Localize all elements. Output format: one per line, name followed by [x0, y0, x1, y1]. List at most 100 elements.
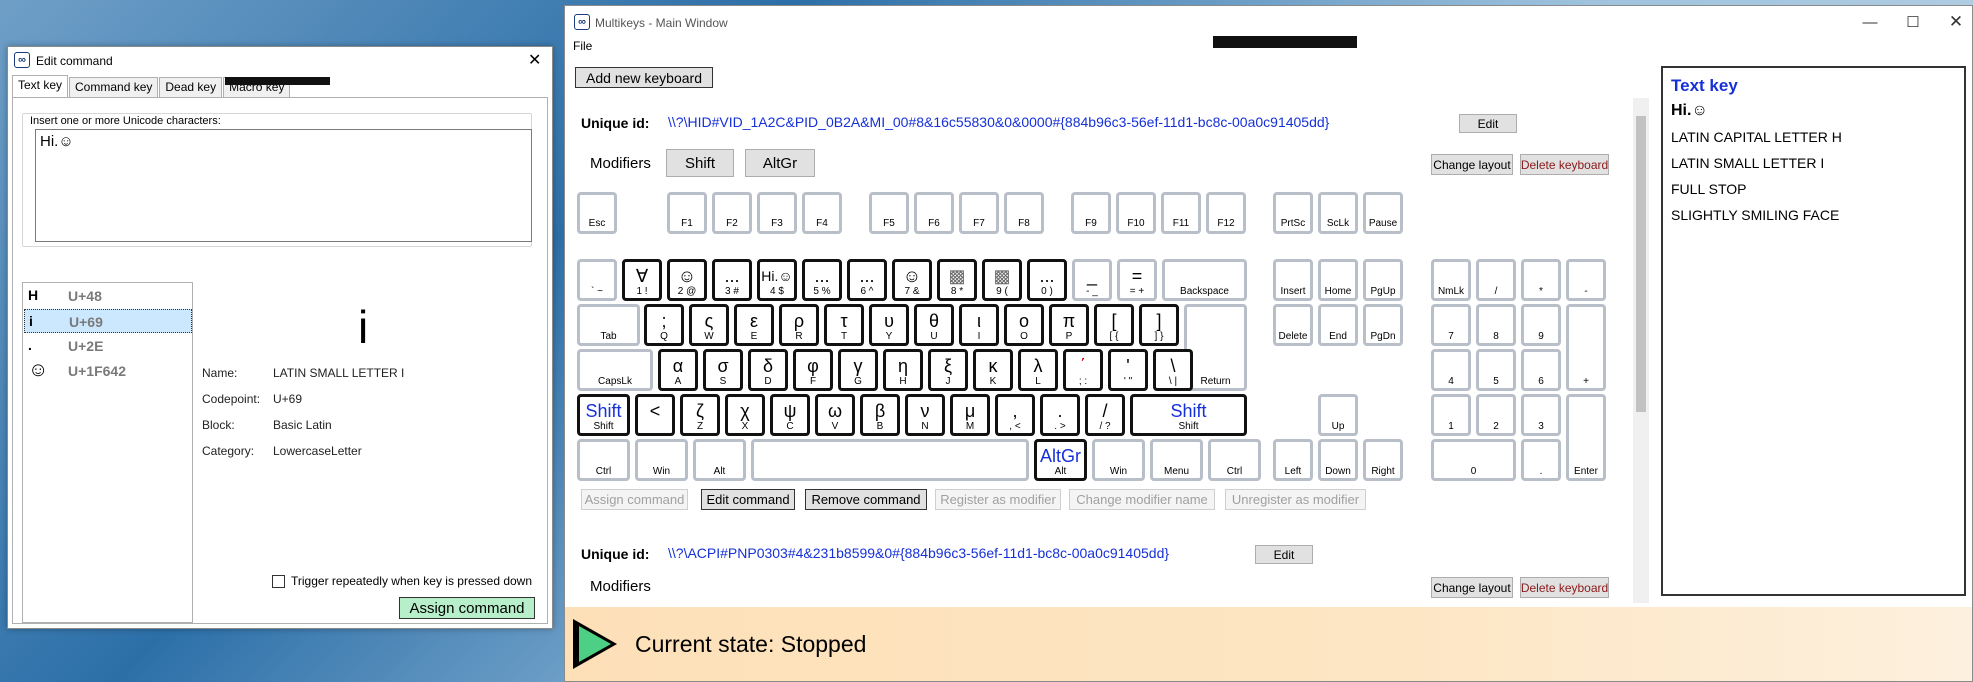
key-2[interactable]: ☺ 2 @	[667, 259, 707, 301]
modifier-altgr-button[interactable]: AltGr	[745, 149, 815, 177]
key-left-ctrl[interactable]: Ctrl	[577, 439, 630, 481]
key-down[interactable]: Down	[1318, 439, 1358, 481]
key-numpad-5[interactable]: 5	[1476, 349, 1516, 391]
key-minus[interactable]: _ - _	[1072, 259, 1112, 301]
key-f4[interactable]: F4	[802, 192, 842, 234]
key-prtsc[interactable]: PrtSc	[1273, 192, 1313, 234]
key-f7[interactable]: F7	[959, 192, 999, 234]
key-d[interactable]: δD	[748, 349, 788, 391]
key-insert[interactable]: Insert	[1273, 259, 1313, 301]
key-right-ctrl[interactable]: Ctrl	[1208, 439, 1261, 481]
key-left-bracket[interactable]: [[ {	[1094, 304, 1134, 346]
key-numpad-4[interactable]: 4	[1431, 349, 1471, 391]
key-o[interactable]: οO	[1004, 304, 1044, 346]
key-f1[interactable]: F1	[667, 192, 707, 234]
key-backspace[interactable]: Backspace	[1162, 259, 1247, 301]
key-pgup[interactable]: PgUp	[1363, 259, 1403, 301]
key-f9[interactable]: F9	[1071, 192, 1111, 234]
edit-command-button[interactable]: Edit command	[701, 489, 795, 510]
character-list[interactable]: H U+48 i U+69 . U+2E ☺ U+1F642	[22, 282, 193, 623]
key-menu[interactable]: Menu	[1150, 439, 1203, 481]
key-tab[interactable]: Tab	[577, 304, 640, 346]
key-numpad-3[interactable]: 3	[1521, 394, 1561, 436]
key-b[interactable]: βB	[860, 394, 900, 436]
list-item[interactable]: H U+48	[24, 284, 192, 308]
key-pgdn[interactable]: PgDn	[1363, 304, 1403, 346]
key-numpad-plus[interactable]: +	[1566, 304, 1606, 391]
modifier-shift-button[interactable]: Shift	[666, 149, 734, 177]
key-numpad-multiply[interactable]: *	[1521, 259, 1561, 301]
vertical-scrollbar[interactable]	[1633, 98, 1649, 603]
key-a[interactable]: αA	[658, 349, 698, 391]
key-1[interactable]: ∀ 1 !	[622, 259, 662, 301]
key-home[interactable]: Home	[1318, 259, 1358, 301]
key-numpad-7[interactable]: 7	[1431, 304, 1471, 346]
key-right-alt[interactable]: AltGr Alt	[1034, 439, 1087, 481]
key-f8[interactable]: F8	[1004, 192, 1044, 234]
key-y[interactable]: υY	[869, 304, 909, 346]
key-period[interactable]: .. >	[1040, 394, 1080, 436]
edit-id-button[interactable]: Edit	[1255, 545, 1313, 564]
key-i[interactable]: ιI	[959, 304, 999, 346]
key-j[interactable]: ξJ	[928, 349, 968, 391]
key-k[interactable]: κK	[973, 349, 1013, 391]
key-r[interactable]: ρR	[779, 304, 819, 346]
list-item[interactable]: ☺ U+1F642	[24, 359, 192, 383]
close-icon[interactable]: ✕	[528, 50, 541, 70]
key-f5[interactable]: F5	[869, 192, 909, 234]
delete-keyboard-button[interactable]: Delete keyboard	[1520, 577, 1609, 598]
key-p[interactable]: πP	[1049, 304, 1089, 346]
key-numpad-dot[interactable]: .	[1521, 439, 1561, 481]
key-numpad-9[interactable]: 9	[1521, 304, 1561, 346]
register-modifier-button[interactable]: Register as modifier	[935, 489, 1061, 510]
key-f[interactable]: φF	[793, 349, 833, 391]
key-numpad-2[interactable]: 2	[1476, 394, 1516, 436]
delete-keyboard-button[interactable]: Delete keyboard	[1520, 154, 1609, 175]
tab-dead-key[interactable]: Dead key	[159, 77, 223, 97]
key-oem102[interactable]: <	[635, 394, 675, 436]
key-numpad-6[interactable]: 6	[1521, 349, 1561, 391]
key-esc[interactable]: Esc	[577, 192, 617, 234]
change-layout-button[interactable]: Change layout	[1431, 154, 1513, 175]
assign-command-button[interactable]: Assign command	[399, 597, 535, 619]
key-z[interactable]: ζZ	[680, 394, 720, 436]
add-new-keyboard-button[interactable]: Add new keyboard	[575, 67, 713, 88]
edit-id-button[interactable]: Edit	[1459, 114, 1517, 133]
key-equal[interactable]: = = +	[1117, 259, 1157, 301]
key-numpad-1[interactable]: 1	[1431, 394, 1471, 436]
key-9[interactable]: ▩ 9 (	[982, 259, 1022, 301]
key-numlock[interactable]: NmLk	[1431, 259, 1471, 301]
key-7[interactable]: ☺ 7 &	[892, 259, 932, 301]
unregister-modifier-button[interactable]: Unregister as modifier	[1225, 489, 1366, 510]
key-t[interactable]: τT	[824, 304, 864, 346]
key-x[interactable]: χX	[725, 394, 765, 436]
key-right-win[interactable]: Win	[1092, 439, 1145, 481]
key-u[interactable]: θU	[914, 304, 954, 346]
key-v[interactable]: ωV	[815, 394, 855, 436]
change-modifier-name-button[interactable]: Change modifier name	[1069, 489, 1215, 510]
key-f2[interactable]: F2	[712, 192, 752, 234]
key-grave[interactable]: ` ~	[577, 259, 617, 301]
scrollbar-thumb[interactable]	[1636, 116, 1646, 412]
key-0[interactable]: ... 0 )	[1027, 259, 1067, 301]
key-numpad-minus[interactable]: -	[1566, 259, 1606, 301]
key-e[interactable]: εE	[734, 304, 774, 346]
key-pause[interactable]: Pause	[1363, 192, 1403, 234]
key-right-bracket[interactable]: ]] }	[1139, 304, 1179, 346]
remove-command-button[interactable]: Remove command	[805, 489, 927, 510]
key-h[interactable]: ηH	[883, 349, 923, 391]
key-numpad-divide[interactable]: /	[1476, 259, 1516, 301]
key-m[interactable]: μM	[950, 394, 990, 436]
key-left-alt[interactable]: Alt	[693, 439, 746, 481]
key-g[interactable]: γG	[838, 349, 878, 391]
key-slash[interactable]: / / ?	[1085, 394, 1125, 436]
key-c[interactable]: ψC	[770, 394, 810, 436]
key-numpad-8[interactable]: 8	[1476, 304, 1516, 346]
key-f11[interactable]: F11	[1161, 192, 1201, 234]
minimize-icon[interactable]: —	[1855, 12, 1885, 32]
key-delete[interactable]: Delete	[1273, 304, 1313, 346]
key-5[interactable]: ... 5 %	[802, 259, 842, 301]
key-f10[interactable]: F10	[1116, 192, 1156, 234]
key-sclk[interactable]: ScLk	[1318, 192, 1358, 234]
key-f12[interactable]: F12	[1206, 192, 1246, 234]
